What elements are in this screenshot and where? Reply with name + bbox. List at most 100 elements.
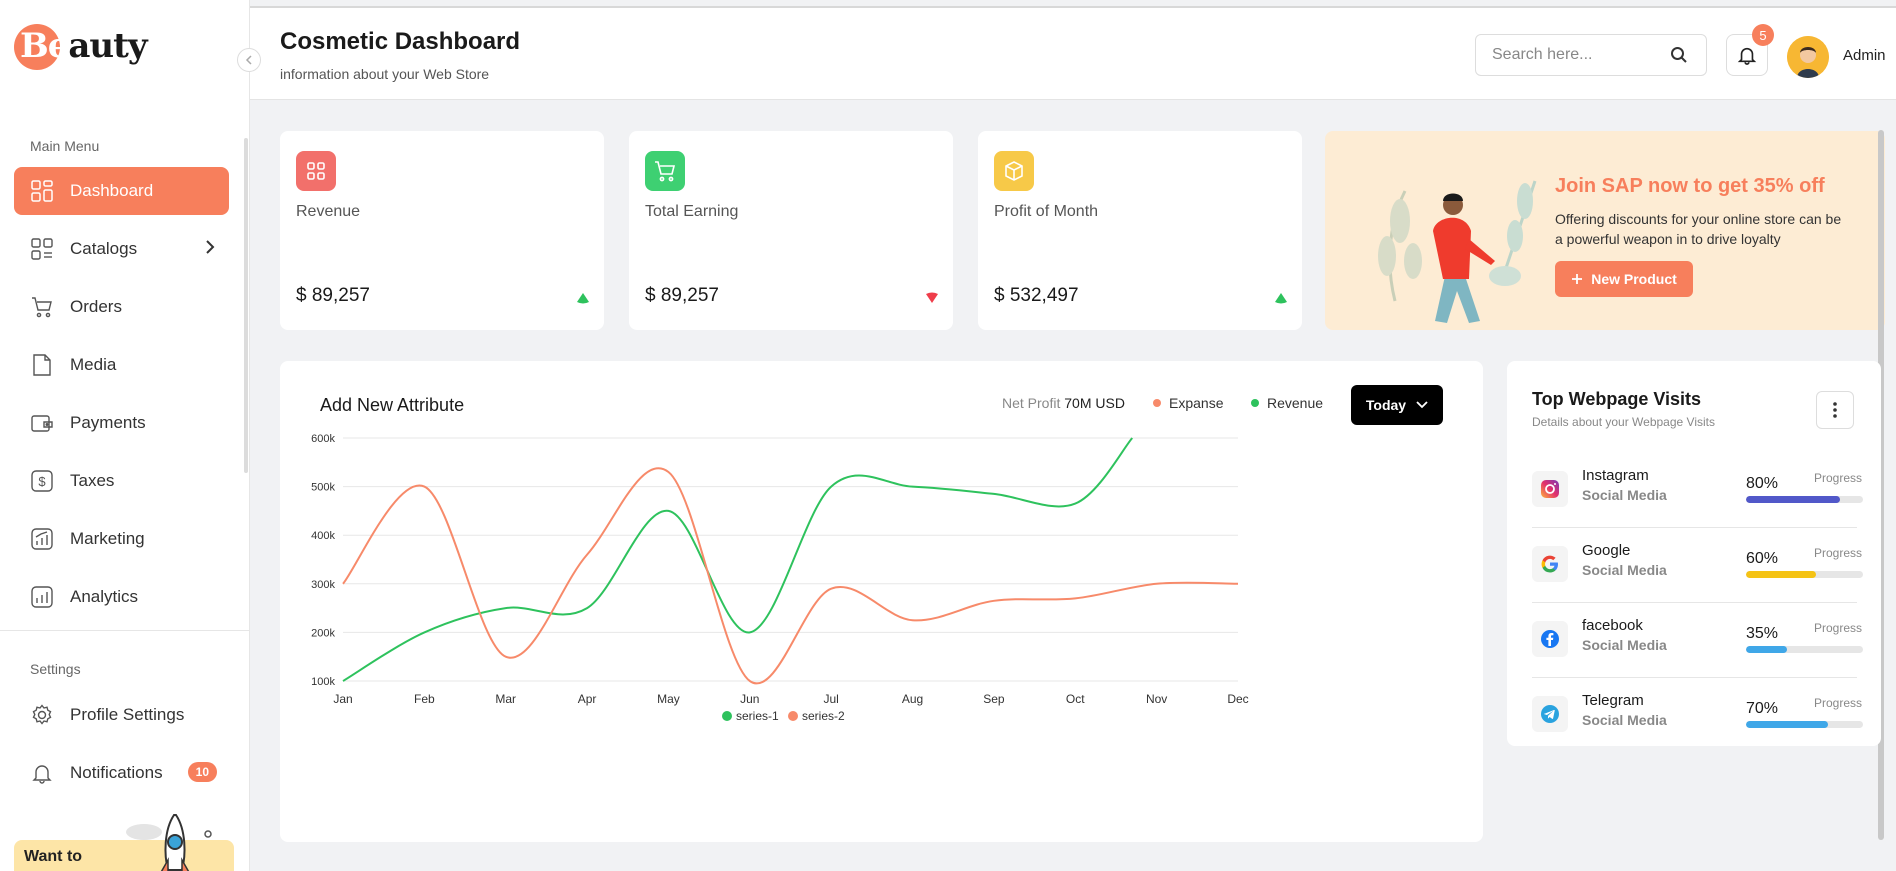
promo-description: Offering discounts for your online store… (1555, 211, 1842, 247)
sidebar-scrollbar[interactable] (244, 138, 248, 473)
visit-row-instagram[interactable]: Instagram Social Media 80% Progress (1532, 453, 1863, 528)
sidebar-upgrade-card[interactable]: Want to (14, 814, 234, 871)
sidebar-item-notifications[interactable]: Notifications 10 (14, 749, 229, 797)
plus-icon (1572, 274, 1583, 284)
sidebar-item-label: Orders (70, 297, 122, 316)
y-tick-label: 400k (311, 530, 335, 542)
cart-icon (30, 295, 54, 319)
x-tick-label: Jun (740, 692, 759, 706)
new-product-button[interactable]: New Product (1555, 261, 1693, 297)
legend-marker (788, 711, 798, 721)
x-tick-label: Mar (495, 692, 516, 706)
user-name[interactable]: Admin (1843, 47, 1886, 64)
x-tick-label: Sep (983, 692, 1005, 706)
sidebar-item-label: Taxes (70, 471, 115, 490)
attribute-chart-card: Add New Attribute Net Profit 70M USD Exp… (280, 361, 1483, 842)
promo-banner: Join SAP now to get 35% off Offering dis… (1325, 131, 1885, 330)
page-subtitle: information about your Web Store (280, 66, 490, 82)
progress-bar (1746, 646, 1863, 653)
collapse-sidebar-button[interactable] (237, 48, 261, 72)
gear-icon (30, 703, 54, 727)
progress-fill (1746, 721, 1828, 728)
x-tick-label: Aug (902, 692, 923, 706)
notification-count-badge: 5 (1752, 24, 1774, 46)
sidebar-item-payments[interactable]: Payments (14, 399, 229, 447)
kebab-icon (1833, 402, 1837, 418)
x-tick-label: Feb (414, 692, 435, 706)
sidebar-item-label: Payments (70, 413, 146, 432)
avatar[interactable] (1787, 36, 1829, 78)
legend-marker (722, 711, 732, 721)
stat-value: $ 89,257 (296, 285, 370, 306)
stat-value: $ 532,497 (994, 285, 1079, 306)
y-tick-label: 200k (311, 627, 335, 639)
stat-card-revenue: Revenue $ 89,257 (280, 131, 604, 330)
series-line-series-2 (342, 467, 1239, 685)
x-tick-label: Dec (1227, 692, 1248, 706)
visit-row-google[interactable]: Google Social Media 60% Progress (1532, 528, 1863, 603)
stat-value: $ 89,257 (645, 285, 719, 306)
sidebar-item-taxes[interactable]: $ Taxes (14, 457, 229, 505)
x-tick-label: Apr (578, 692, 597, 706)
x-tick-label: Jul (824, 692, 839, 706)
stat-label: Total Earning (645, 203, 739, 220)
sidebar-item-marketing[interactable]: Marketing (14, 515, 229, 563)
new-product-label: New Product (1591, 271, 1677, 287)
sidebar-item-analytics[interactable]: Analytics (14, 573, 229, 621)
settings-label: Settings (30, 661, 81, 677)
sidebar-item-label: Notifications (70, 763, 163, 782)
chevron-right-icon (205, 239, 215, 260)
box-icon (994, 151, 1034, 191)
promo-illustration (1378, 180, 1537, 323)
cart-icon (645, 151, 685, 191)
trend-up-icon (576, 291, 590, 309)
sidebar-divider (0, 630, 250, 631)
main-menu-label: Main Menu (30, 138, 100, 154)
brand-logo[interactable]: Beauty (14, 22, 164, 72)
visit-row-facebook[interactable]: facebook Social Media 35% Progress (1532, 603, 1863, 678)
chevron-left-icon (245, 55, 252, 65)
visit-row-telegram[interactable]: Telegram Social Media 70% Progress (1532, 678, 1863, 753)
legend-label: series-2 (802, 709, 845, 723)
stat-card-total-earning: Total Earning $ 89,257 (629, 131, 953, 330)
progress-bar (1746, 721, 1863, 728)
progress-bar (1746, 571, 1863, 578)
sidebar-item-label: Dashboard (70, 181, 154, 200)
visit-percent: 80% (1746, 475, 1779, 492)
instagram-icon (1532, 471, 1568, 507)
visit-source-category: Social Media (1582, 562, 1667, 578)
sidebar-item-label: Profile Settings (70, 705, 185, 724)
trend-up-icon (1274, 291, 1288, 309)
y-tick-label: 300k (311, 579, 335, 591)
visit-source-category: Social Media (1582, 712, 1667, 728)
bell-icon (1737, 47, 1757, 65)
search-icon[interactable] (1670, 46, 1688, 69)
x-tick-label: May (657, 692, 680, 706)
progress-fill (1746, 496, 1840, 503)
progress-bar (1746, 496, 1863, 503)
file-icon (30, 353, 54, 377)
visit-source-category: Social Media (1582, 487, 1667, 503)
rocket-icon (126, 814, 212, 871)
sidebar-item-catalogs[interactable]: Catalogs (14, 225, 229, 273)
visit-source-name: Google (1582, 542, 1631, 559)
catalog-icon (30, 237, 54, 261)
visit-percent: 70% (1746, 700, 1779, 717)
more-options-button[interactable] (1816, 391, 1854, 429)
sidebar-item-media[interactable]: Media (14, 341, 229, 389)
marketing-chart-icon (30, 527, 54, 551)
notifications-count-badge: 10 (187, 762, 217, 782)
sidebar-item-dashboard[interactable]: Dashboard (14, 167, 229, 215)
sidebar-item-profile-settings[interactable]: Profile Settings (14, 691, 229, 739)
bell-icon (30, 761, 54, 785)
visits-title: Top Webpage Visits (1532, 389, 1702, 409)
sidebar-item-orders[interactable]: Orders (14, 283, 229, 331)
progress-label: Progress (1814, 471, 1863, 485)
y-tick-label: 500k (311, 482, 335, 494)
visit-percent: 35% (1746, 625, 1779, 642)
stat-label: Revenue (296, 203, 361, 220)
sidebar-item-label: Media (70, 355, 117, 374)
logo-text: Beauty (20, 26, 148, 66)
facebook-icon (1532, 621, 1568, 657)
trend-down-icon (925, 291, 939, 309)
